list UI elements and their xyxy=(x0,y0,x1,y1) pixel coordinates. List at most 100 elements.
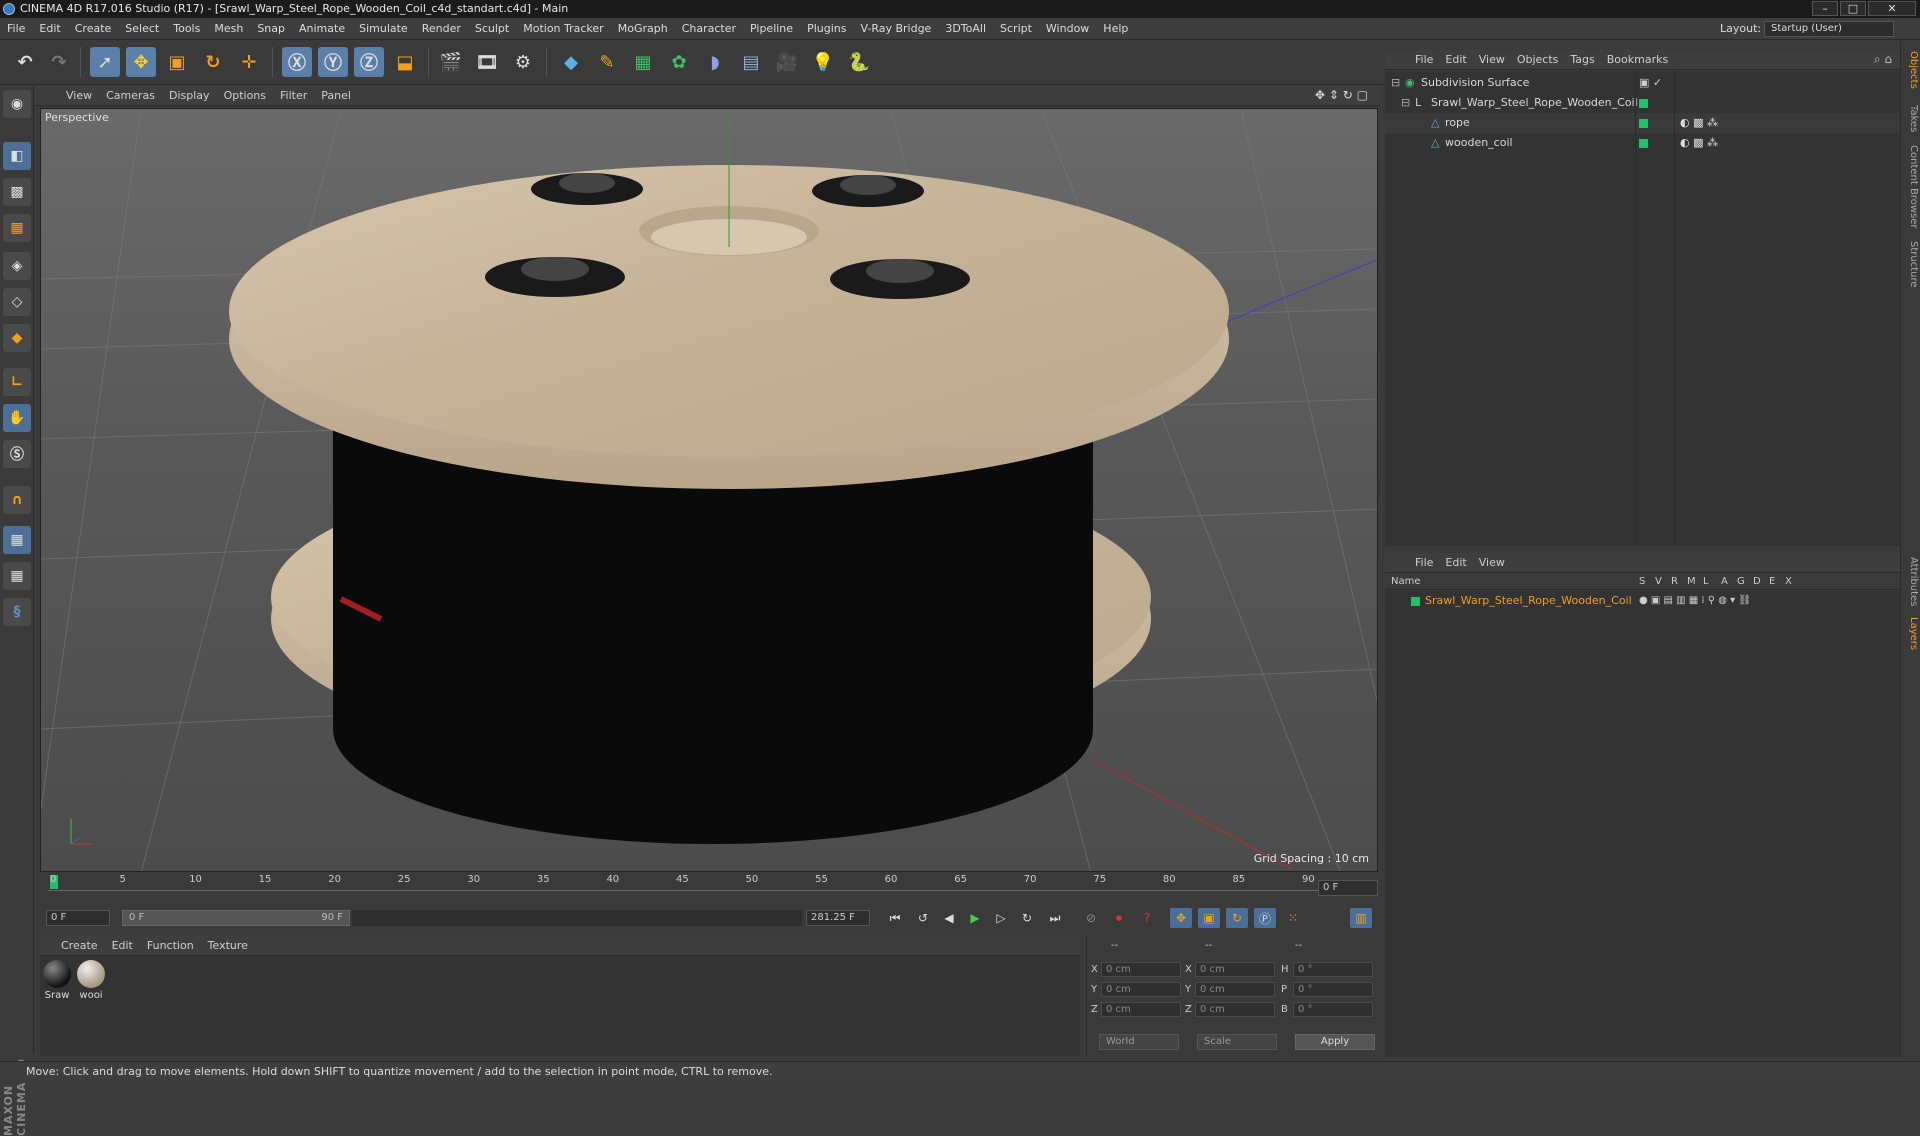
object-row[interactable]: ⊟ L Srawl_Warp_Steel_Rope_Wooden_Coil xyxy=(1385,93,1900,113)
render-picture-viewer-button[interactable]: 🎞 xyxy=(472,47,502,77)
collapse-toggle-icon[interactable]: ⊟ xyxy=(1391,73,1400,93)
render-settings-button[interactable]: ⚙ xyxy=(508,47,538,77)
cloner-button[interactable]: ✿ xyxy=(664,47,694,77)
viewport-menu-display[interactable]: Display xyxy=(162,86,217,106)
object-menu-objects[interactable]: Objects xyxy=(1511,50,1565,70)
polygons-mode-button[interactable]: ◆ xyxy=(3,324,31,352)
layer-menu-file[interactable]: File xyxy=(1409,553,1439,573)
record-keys-button[interactable]: ⊘ xyxy=(1080,908,1102,928)
menu-animate[interactable]: Animate xyxy=(292,18,352,40)
menu-plugins[interactable]: Plugins xyxy=(800,18,853,40)
tab-structure[interactable]: Structure xyxy=(1903,241,1919,288)
model-mode-button[interactable]: ◧ xyxy=(3,142,31,170)
maximize-button[interactable]: □ xyxy=(1840,1,1866,16)
object-row[interactable]: △ wooden_coil ◐ ▩ ⁂ xyxy=(1385,133,1900,153)
material-swatch[interactable]: Sraw xyxy=(42,960,72,1001)
live-selection-button[interactable]: ➚ xyxy=(90,47,120,77)
y-axis-lock-button[interactable]: Ⓨ xyxy=(318,47,348,77)
python-button[interactable]: 🐍 xyxy=(844,47,874,77)
search-icon[interactable]: ⌕ ⌂ xyxy=(1874,52,1892,67)
python-script-button[interactable]: § xyxy=(3,598,31,626)
rot-p-field[interactable]: 0 ° xyxy=(1293,982,1373,997)
coordinate-space-select[interactable]: World xyxy=(1099,1034,1179,1050)
next-keyframe-button[interactable]: ↻ xyxy=(1016,908,1038,928)
viewport-menu-filter[interactable]: Filter xyxy=(273,86,314,106)
collapse-toggle-icon[interactable]: ⊟ xyxy=(1401,93,1410,113)
snap-button[interactable]: Ⓢ xyxy=(3,440,31,468)
menu-snap[interactable]: Snap xyxy=(250,18,292,40)
points-mode-button[interactable]: ◈ xyxy=(3,252,31,280)
next-frame-button[interactable]: ▷ xyxy=(990,908,1012,928)
viewport-nav-icons[interactable]: ✥ ⇕ ↻ ▢ xyxy=(1315,88,1368,102)
make-editable-button[interactable]: ◉ xyxy=(3,90,31,118)
scale-tool-button[interactable]: ▣ xyxy=(162,47,192,77)
layer-row[interactable]: Srawl_Warp_Steel_Rope_Wooden_Coil ● ▣ ▤ … xyxy=(1385,591,1900,611)
texture-mode-button[interactable]: ▩ xyxy=(3,178,31,206)
go-to-start-button[interactable]: ⏮ xyxy=(884,908,906,928)
tab-attributes[interactable]: Attributes xyxy=(1903,557,1919,606)
rotate-tool-button[interactable]: ↻ xyxy=(198,47,228,77)
minimize-button[interactable]: – xyxy=(1812,1,1838,16)
rot-b-field[interactable]: 0 ° xyxy=(1293,1002,1373,1017)
timeline-ruler[interactable]: 0 5 10 15 20 25 30 35 40 45 50 55 60 65 70 75 80 85 90 0 F xyxy=(40,872,1380,902)
apply-button[interactable]: Apply xyxy=(1295,1034,1375,1050)
material-menu-texture[interactable]: Texture xyxy=(201,936,255,956)
3d-viewport[interactable]: Perspective Grid Spacing : 10 cm xyxy=(40,108,1378,872)
render-view-button[interactable]: 🎬 xyxy=(436,47,466,77)
menu-pipeline[interactable]: Pipeline xyxy=(743,18,800,40)
close-button[interactable]: ✕ xyxy=(1868,1,1916,16)
menu-simulate[interactable]: Simulate xyxy=(352,18,415,40)
edges-mode-button[interactable]: ◇ xyxy=(3,288,31,316)
coordinate-system-button[interactable]: ⬓ xyxy=(390,47,420,77)
menu-tools[interactable]: Tools xyxy=(166,18,207,40)
menu-sculpt[interactable]: Sculpt xyxy=(468,18,516,40)
object-row[interactable]: △ rope ◐ ▩ ⁂ xyxy=(1385,113,1900,133)
axis-mode-button[interactable]: ∟ xyxy=(3,368,31,396)
tab-content-browser[interactable]: Content Browser xyxy=(1903,145,1919,228)
tab-layers[interactable]: Layers xyxy=(1903,617,1919,650)
menu-select[interactable]: Select xyxy=(118,18,166,40)
redo-button[interactable]: ↷ xyxy=(44,47,74,77)
menu-render[interactable]: Render xyxy=(415,18,468,40)
size-mode-select[interactable]: Scale xyxy=(1197,1034,1277,1050)
layout-select[interactable]: Startup (User) xyxy=(1764,21,1894,37)
menu-mesh[interactable]: Mesh xyxy=(207,18,250,40)
object-row[interactable]: ⊟ ◉ Subdivision Surface ▣ ✓ xyxy=(1385,73,1900,93)
tweak-mode-button[interactable]: ✋ xyxy=(3,404,31,432)
menu-help[interactable]: Help xyxy=(1096,18,1135,40)
x-axis-lock-button[interactable]: Ⓧ xyxy=(282,47,312,77)
material-swatch[interactable]: wooi xyxy=(76,960,106,1001)
menu-3dtoall[interactable]: 3DToAll xyxy=(938,18,993,40)
prev-keyframe-button[interactable]: ↺ xyxy=(912,908,934,928)
menu-script[interactable]: Script xyxy=(993,18,1039,40)
grid-lock-button[interactable]: ▦ xyxy=(3,526,31,554)
material-tag-icon[interactable]: ◐ ▩ ⁂ xyxy=(1680,113,1718,133)
menu-motion-tracker[interactable]: Motion Tracker xyxy=(516,18,610,40)
menu-character[interactable]: Character xyxy=(675,18,743,40)
grid-snap-button[interactable]: ▦ xyxy=(3,562,31,590)
tab-objects[interactable]: Objects xyxy=(1903,51,1919,89)
cube-primitive-button[interactable]: ◆ xyxy=(556,47,586,77)
size-x-field[interactable]: 0 cm xyxy=(1195,962,1275,977)
key-pla-button[interactable]: ⁙ xyxy=(1282,908,1304,928)
object-menu-view[interactable]: View xyxy=(1473,50,1511,70)
menu-mograph[interactable]: MoGraph xyxy=(611,18,675,40)
menu-create[interactable]: Create xyxy=(68,18,119,40)
object-menu-file[interactable]: File xyxy=(1409,50,1439,70)
go-to-end-button[interactable]: ⏭ xyxy=(1044,908,1066,928)
tab-takes[interactable]: Takes xyxy=(1903,105,1919,132)
current-frame-field[interactable]: 0 F xyxy=(1318,880,1378,896)
transform-tool-button[interactable]: ✛ xyxy=(234,47,264,77)
camera-button[interactable]: 🎥 xyxy=(772,47,802,77)
pos-x-field[interactable]: 0 cm xyxy=(1101,962,1181,977)
layer-toggles[interactable]: ● ▣ ▤ ▥ ▦ ⁞ ⚲ ◍ ▾ ⛓ xyxy=(1639,591,1751,611)
pos-z-field[interactable]: 0 cm xyxy=(1101,1002,1181,1017)
viewport-menu-view[interactable]: View xyxy=(59,86,99,106)
frame-range-slider[interactable]: 0 F 90 F xyxy=(122,910,350,926)
key-position-button[interactable]: ✥ xyxy=(1170,908,1192,928)
play-button[interactable]: ▶ xyxy=(964,908,986,928)
pen-spline-button[interactable]: ✎ xyxy=(592,47,622,77)
viewport-menu-options[interactable]: Options xyxy=(217,86,273,106)
pos-y-field[interactable]: 0 cm xyxy=(1101,982,1181,997)
menu-file[interactable]: File xyxy=(0,18,32,40)
